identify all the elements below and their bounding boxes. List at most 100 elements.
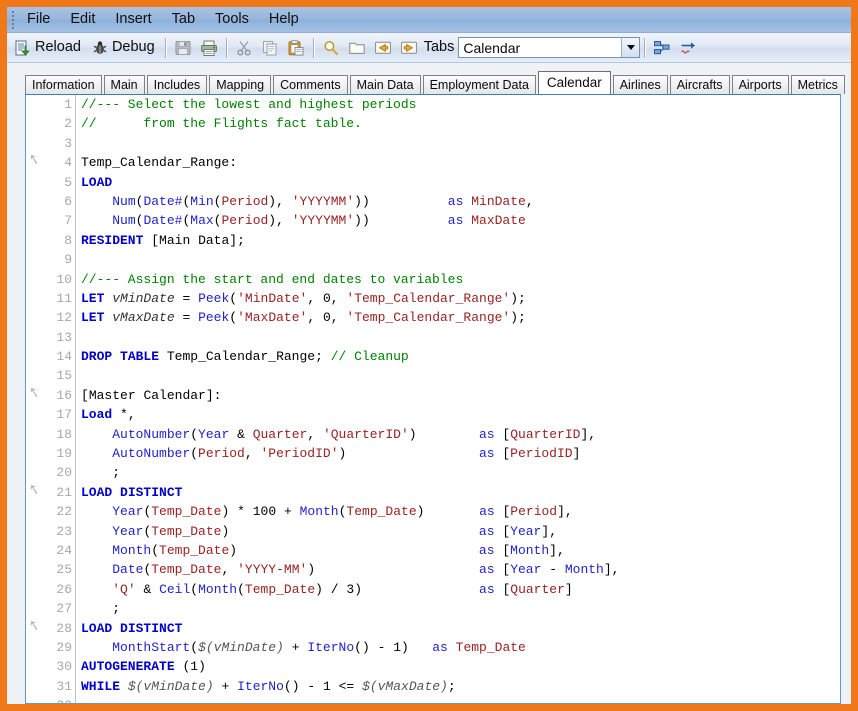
line-number: 12 [56, 310, 72, 326]
bookmark-marker-icon[interactable]: ➚ [26, 481, 50, 502]
menu-item-file[interactable]: File [18, 9, 59, 30]
menu-item-help[interactable]: Help [260, 9, 308, 30]
gutter-slot [26, 425, 50, 444]
menu-item-edit[interactable]: Edit [61, 9, 104, 30]
tab-label: Mapping [216, 77, 265, 92]
line-number: 27 [56, 601, 72, 617]
script-editor-window: File Edit Insert Tab Tools Help Reload D… [7, 7, 851, 704]
line-number: 10 [56, 271, 72, 287]
printer-icon [200, 40, 217, 56]
reload-button-label: Reload [35, 39, 81, 55]
code-line: Year(Temp_Date) as [Year], [112, 523, 557, 539]
line-number: 2 [64, 116, 72, 132]
copy-pages-icon [262, 40, 277, 55]
tab-calendar[interactable]: Calendar [537, 71, 611, 94]
tab-airports[interactable]: Airports [731, 75, 789, 94]
cut-button[interactable] [231, 36, 257, 60]
tab-comments[interactable]: Comments [273, 75, 348, 94]
line-number: 8 [64, 232, 72, 248]
toolbar-separator-1 [164, 37, 166, 58]
bookmark-marker-icon[interactable]: ➚ [26, 151, 50, 172]
open-folder-button[interactable] [344, 36, 370, 60]
syntax-check-icon [681, 41, 696, 54]
debug-button[interactable]: Debug [87, 36, 161, 60]
clipboard-paste-icon [288, 39, 304, 56]
editor-bookmark-gutter[interactable]: ➚ ➚ ➚ ➚ [26, 95, 50, 703]
gutter-slot [26, 308, 50, 327]
line-number: 5 [64, 174, 72, 190]
menu-item-tab[interactable]: Tab [163, 9, 204, 30]
tab-selector-combo[interactable]: Calendar [458, 37, 641, 58]
gutter-slot [26, 114, 50, 133]
script-editor[interactable]: ➚ ➚ ➚ ➚ 1 2 3 4 5 6 7 8 9 10 11 12 13 14 15 16 17 18 19 20 21 22… [25, 94, 841, 704]
gutter-slot [26, 599, 50, 618]
menu-item-tools[interactable]: Tools [206, 9, 258, 30]
sidebar-item-information[interactable]: Information [25, 75, 102, 94]
tabs-combo-label: Tabs [423, 39, 455, 55]
code-line: ; [112, 465, 121, 481]
back-button[interactable] [370, 36, 396, 60]
line-number: 14 [56, 349, 72, 365]
copy-button[interactable] [257, 36, 283, 60]
code-line: LET vMaxDate = Peek('MaxDate', 0, 'Temp_… [81, 310, 526, 326]
back-arrow-icon [374, 41, 391, 54]
code-line: // from the Flights fact table. [81, 116, 362, 132]
tab-includes[interactable]: Includes [146, 75, 208, 94]
line-number: 1 [64, 97, 72, 112]
table-viewer-button[interactable] [649, 36, 675, 60]
editor-code-area[interactable]: //--- Select the lowest and highest peri… [76, 95, 840, 703]
open-folder-icon [348, 42, 365, 54]
tab-label: Calendar [546, 74, 602, 90]
print-button[interactable] [196, 36, 222, 60]
code-line: WHILE $(vMinDate) + IterNo() - 1 <= $(vM… [81, 678, 456, 694]
tab-main-data[interactable]: Main Data [349, 75, 421, 94]
find-button[interactable] [318, 36, 344, 60]
tab-label: Main Data [356, 77, 414, 92]
gutter-slot [26, 366, 50, 385]
syntax-check-button[interactable] [675, 36, 701, 60]
tab-airlines[interactable]: Airlines [612, 75, 668, 94]
tab-main[interactable]: Main [103, 75, 145, 94]
code-line: ; [112, 601, 121, 617]
menu-grip-handle[interactable] [8, 9, 17, 31]
tab-employment-data[interactable]: Employment Data [422, 75, 536, 94]
tab-label: Employment Data [429, 77, 529, 92]
gutter-slot [26, 250, 50, 269]
tab-mapping[interactable]: Mapping [209, 75, 272, 94]
bookmark-marker-icon[interactable]: ➚ [26, 384, 50, 405]
editor-line-number-gutter: 1 2 3 4 5 6 7 8 9 10 11 12 13 14 15 16 17 18 19 20 21 22 23 24 2… [50, 95, 76, 703]
save-button[interactable] [170, 36, 196, 60]
bookmark-marker-icon[interactable]: ➚ [26, 617, 50, 638]
gutter-slot [26, 211, 50, 230]
gutter-slot [26, 502, 50, 521]
gutter-slot [26, 522, 50, 541]
line-number: 19 [56, 446, 72, 462]
tab-metrics[interactable]: Metrics [790, 75, 845, 94]
code-line: LOAD DISTINCT [81, 484, 183, 500]
gutter-slot [26, 444, 50, 463]
line-number: 11 [56, 290, 72, 306]
paste-button[interactable] [283, 36, 309, 60]
gutter-slot [26, 173, 50, 192]
line-number: 6 [64, 193, 72, 209]
menu-item-insert[interactable]: Insert [106, 9, 160, 30]
tab-aircrafts[interactable]: Aircrafts [669, 75, 730, 94]
line-number: 24 [56, 542, 72, 558]
code-line: LOAD [81, 174, 113, 190]
gutter-slot [26, 231, 50, 250]
code-line: Year(Temp_Date) * 100 + Month(Temp_Date)… [112, 504, 573, 520]
scissors-cut-icon [237, 40, 251, 56]
forward-button[interactable] [396, 36, 422, 60]
code-line: [Master Calendar]: [81, 387, 222, 403]
tab-label: Comments [280, 77, 341, 92]
menu-bar: File Edit Insert Tab Tools Help [7, 7, 851, 33]
table-viewer-icon [654, 40, 670, 54]
reload-script-icon [15, 40, 30, 56]
gutter-slot [26, 463, 50, 482]
chevron-down-icon[interactable] [621, 38, 640, 57]
reload-button[interactable]: Reload [10, 36, 87, 60]
line-number: 13 [56, 329, 72, 345]
